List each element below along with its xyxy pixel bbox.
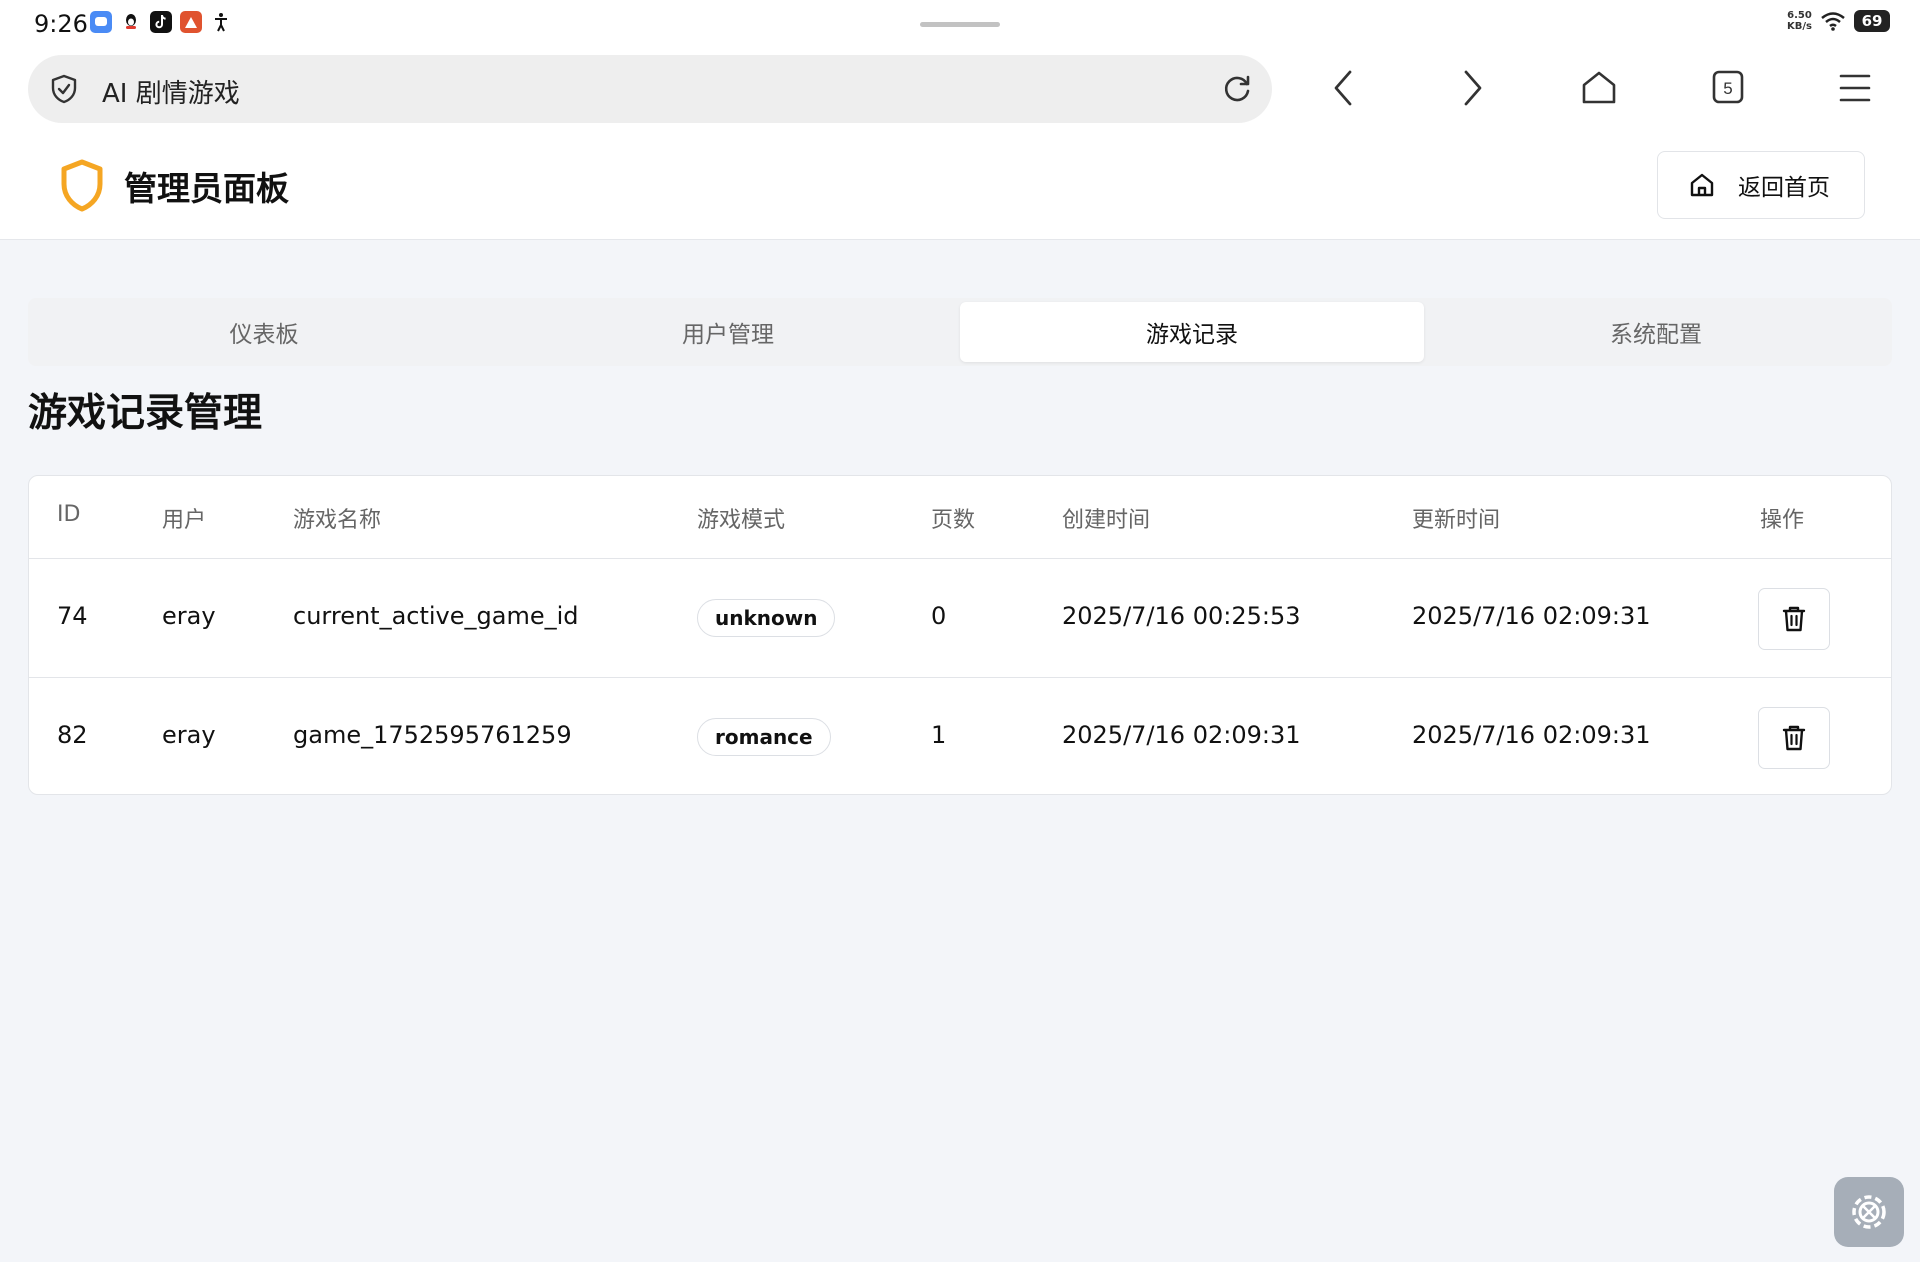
network-speed: 6.50 KB/s	[1787, 10, 1812, 32]
wifi-icon	[1820, 11, 1846, 31]
tab-user-management[interactable]: 用户管理	[496, 302, 960, 362]
floating-settings-button[interactable]	[1834, 1177, 1904, 1247]
table-row: 82 eray game_1752595761259 romance 1 202…	[29, 679, 1891, 794]
column-header-game-mode: 游戏模式	[697, 508, 786, 533]
cell-created-at: 2025/7/16 02:09:31	[1062, 721, 1301, 749]
home-icon[interactable]	[1580, 69, 1618, 107]
trash-icon	[1781, 605, 1807, 633]
cell-updated-at: 2025/7/16 02:09:31	[1412, 721, 1651, 749]
cell-user: eray	[162, 721, 216, 749]
trash-icon	[1781, 724, 1807, 752]
address-bar-title[interactable]: AI 剧情游戏	[102, 73, 240, 110]
status-app-icons	[90, 11, 232, 33]
cell-id: 74	[57, 602, 88, 630]
cell-user: eray	[162, 602, 216, 630]
column-header-created-at: 创建时间	[1062, 508, 1151, 533]
browser-toolbar: AI 剧情游戏 5	[0, 48, 1920, 130]
column-header-user: 用户	[162, 508, 207, 533]
security-shield-icon[interactable]	[48, 73, 80, 105]
back-arrow-icon[interactable]	[1328, 68, 1360, 108]
tab-system-config[interactable]: 系统配置	[1424, 302, 1888, 362]
mode-badge: romance	[697, 718, 831, 756]
status-bar: 9:26 6.50 KB/s 69	[0, 0, 1920, 48]
menu-icon[interactable]	[1838, 72, 1872, 104]
tab-count: 5	[1723, 79, 1732, 98]
battery-indicator: 69	[1854, 10, 1890, 32]
tiktok-icon	[150, 11, 172, 33]
home-icon	[1688, 171, 1716, 199]
cell-created-at: 2025/7/16 00:25:53	[1062, 602, 1301, 630]
table-row: 74 eray current_active_game_id unknown 0…	[29, 560, 1891, 678]
back-to-home-label: 返回首页	[1738, 175, 1830, 201]
column-header-actions: 操作	[1760, 508, 1805, 533]
delete-button[interactable]	[1758, 707, 1830, 769]
qq-penguin-icon	[120, 11, 142, 33]
tab-dashboard[interactable]: 仪表板	[32, 302, 496, 362]
cell-game-name: current_active_game_id	[293, 602, 579, 630]
red-app-icon	[180, 11, 202, 33]
status-time: 9:26	[34, 10, 88, 38]
cell-id: 82	[57, 721, 88, 749]
column-header-id: ID	[57, 502, 81, 527]
shield-icon	[58, 158, 106, 214]
section-title: 游戏记录管理	[28, 391, 263, 436]
column-header-game-name: 游戏名称	[293, 508, 382, 533]
table-header: ID 用户 游戏名称 游戏模式 页数 创建时间 更新时间 操作	[29, 476, 1891, 559]
cell-game-name: game_1752595761259	[293, 721, 572, 749]
mode-badge: unknown	[697, 599, 836, 637]
cell-pages: 0	[931, 602, 947, 630]
delete-button[interactable]	[1758, 588, 1830, 650]
status-right-cluster: 6.50 KB/s 69	[1787, 10, 1890, 32]
cell-pages: 1	[931, 721, 947, 749]
gear-icon	[1846, 1189, 1892, 1235]
forward-arrow-icon[interactable]	[1456, 68, 1488, 108]
tabs-counter-button[interactable]: 5	[1711, 69, 1745, 105]
back-to-home-button[interactable]: 返回首页	[1657, 151, 1865, 219]
app-header: 管理员面板 返回首页	[0, 130, 1920, 240]
drag-handle[interactable]	[920, 22, 1000, 27]
column-header-updated-at: 更新时间	[1412, 508, 1501, 533]
chat-bubble-icon	[90, 11, 112, 33]
reload-icon[interactable]	[1220, 72, 1254, 106]
admin-tabs: 仪表板 用户管理 游戏记录 系统配置	[28, 298, 1892, 366]
address-bar[interactable]: AI 剧情游戏	[28, 55, 1272, 123]
page-header-title: 管理员面板	[124, 169, 289, 208]
column-header-pages: 页数	[931, 508, 976, 533]
tab-game-records[interactable]: 游戏记录	[960, 302, 1424, 362]
accessibility-icon	[210, 11, 232, 33]
game-records-table: ID 用户 游戏名称 游戏模式 页数 创建时间 更新时间 操作 74 eray …	[28, 475, 1892, 795]
cell-updated-at: 2025/7/16 02:09:31	[1412, 602, 1651, 630]
